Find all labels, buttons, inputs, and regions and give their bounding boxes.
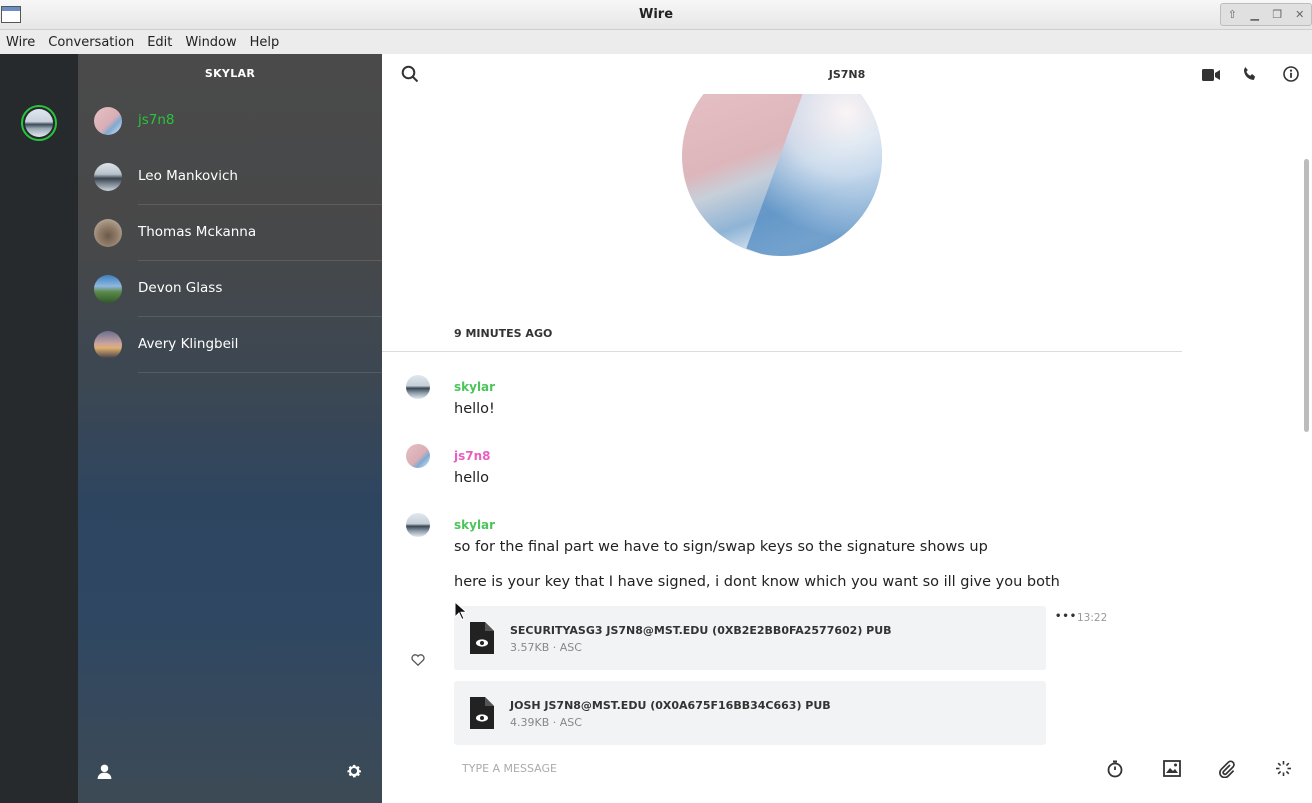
conversation-list: SKYLAR js7n8 Leo Mankovich Thomas Mckann… <box>78 54 382 803</box>
message-text: so for the final part we have to sign/sw… <box>454 539 988 555</box>
menubar: Wire Conversation Edit Window Help <box>0 30 1312 54</box>
conversation-pane: JS7N8 9 MINUTES AGO skylar hello! js7n8 … <box>382 54 1312 803</box>
message-text: hello! <box>454 401 495 417</box>
conversation-name: Devon Glass <box>138 280 223 296</box>
file-attachment[interactable]: JOSH JS7N8@MST.EDU (0X0A675F16BB34C663) … <box>454 681 1046 745</box>
avatar <box>94 107 122 135</box>
file-icon <box>470 697 494 729</box>
phone-call-icon[interactable] <box>1242 66 1258 86</box>
message-input[interactable]: TYPE A MESSAGE <box>462 762 557 775</box>
divider <box>138 372 382 373</box>
menu-wire[interactable]: Wire <box>0 35 42 50</box>
conversation-item-devon-glass[interactable]: Devon Glass <box>78 261 382 317</box>
conversation-item-thomas-mckanna[interactable]: Thomas Mckanna <box>78 205 382 261</box>
menu-conversation[interactable]: Conversation <box>42 35 141 50</box>
sender-name[interactable]: js7n8 <box>454 449 491 463</box>
timer-icon[interactable] <box>1106 760 1124 782</box>
conversation-name: js7n8 <box>138 112 175 128</box>
ping-icon[interactable] <box>1275 760 1292 781</box>
file-meta: 3.57KB · ASC <box>510 641 582 654</box>
file-name: JOSH JS7N8@MST.EDU (0X0A675F16BB34C663) … <box>510 699 831 712</box>
message-timestamp: 13:22 <box>1077 612 1108 624</box>
window-titlebar: Wire ⇧ ▁ ❐ ✕ <box>0 0 1312 30</box>
avatar <box>94 331 122 359</box>
file-name: SECURITYASG3 JS7N8@MST.EDU (0XB2E2BB0FA2… <box>510 624 892 637</box>
scrollbar[interactable] <box>1304 159 1309 432</box>
image-icon[interactable] <box>1163 760 1181 781</box>
conversation-item-js7n8[interactable]: js7n8 <box>78 93 382 149</box>
minimize-icon[interactable]: ▁ <box>1247 8 1263 21</box>
menu-help[interactable]: Help <box>244 35 287 50</box>
avatar <box>94 219 122 247</box>
window-title: Wire <box>638 7 674 22</box>
conversation-header: JS7N8 <box>382 54 1312 94</box>
conversation-item-leo-mankovich[interactable]: Leo Mankovich <box>78 149 382 205</box>
account-avatar[interactable] <box>21 105 57 141</box>
sender-avatar[interactable] <box>406 444 430 468</box>
conversation-name: Avery Klingbeil <box>138 336 239 352</box>
maximize-icon[interactable]: ❐ <box>1269 8 1285 21</box>
account-rail <box>0 54 78 803</box>
menu-edit[interactable]: Edit <box>141 35 179 50</box>
conversation-name: Leo Mankovich <box>138 168 238 184</box>
message-options-icon[interactable]: ••• <box>1055 611 1077 622</box>
divider <box>382 351 1182 352</box>
mouse-cursor-icon <box>454 600 468 625</box>
paperclip-icon[interactable] <box>1218 760 1236 782</box>
sender-avatar[interactable] <box>406 513 430 537</box>
shade-icon[interactable]: ⇧ <box>1224 8 1240 21</box>
sender-name[interactable]: skylar <box>454 380 495 394</box>
file-icon <box>470 622 494 654</box>
window-controls: ⇧ ▁ ❐ ✕ <box>1220 3 1312 26</box>
conversation-title: JS7N8 <box>828 68 866 81</box>
like-heart-icon[interactable] <box>411 651 425 670</box>
message-composer: TYPE A MESSAGE <box>382 747 1312 803</box>
close-icon[interactable]: ✕ <box>1292 8 1308 21</box>
message-text: hello <box>454 470 490 486</box>
conversation-info-icon[interactable] <box>1283 66 1299 86</box>
profile-icon[interactable] <box>96 763 113 785</box>
day-marker: 9 MINUTES AGO <box>454 327 553 340</box>
conversation-item-avery-klingbeil[interactable]: Avery Klingbeil <box>78 317 382 373</box>
conversation-name: Thomas Mckanna <box>138 224 257 240</box>
user-name: SKYLAR <box>204 67 256 80</box>
message-text: here is your key that I have signed, i d… <box>454 574 1060 590</box>
file-meta: 4.39KB · ASC <box>510 716 582 729</box>
sender-name[interactable]: skylar <box>454 518 495 532</box>
menu-window[interactable]: Window <box>179 35 243 50</box>
avatar <box>94 163 122 191</box>
avatar <box>94 275 122 303</box>
settings-gear-icon[interactable] <box>345 762 363 785</box>
sender-avatar[interactable] <box>406 375 430 399</box>
file-attachment[interactable]: SECURITYASG3 JS7N8@MST.EDU (0XB2E2BB0FA2… <box>454 606 1046 670</box>
video-call-icon[interactable] <box>1202 67 1220 86</box>
